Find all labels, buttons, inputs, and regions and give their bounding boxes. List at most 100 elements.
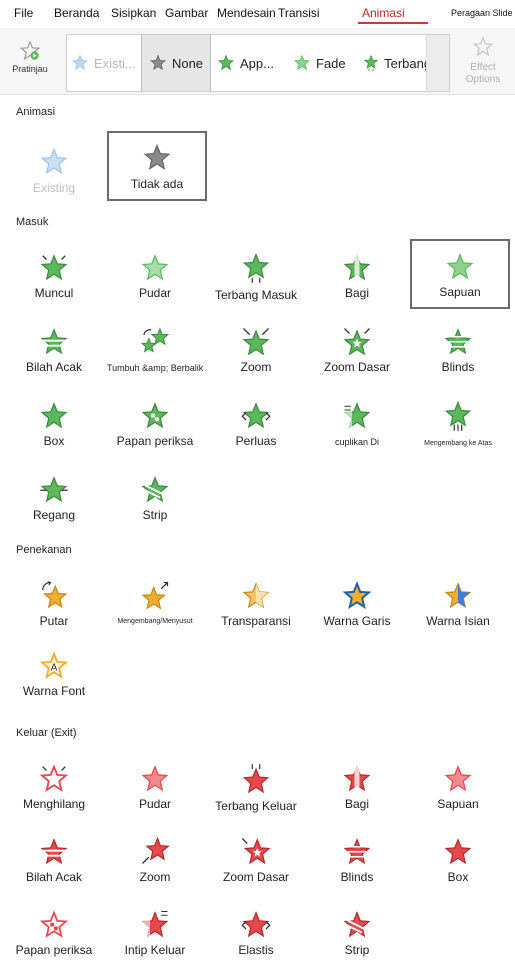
entrance-blinds[interactable]: Blinds <box>410 316 506 382</box>
animation-existing[interactable]: Existing <box>6 137 102 203</box>
animation-gallery: Existi... None App... Fade Terbang <box>66 34 450 92</box>
exit-basic-zoom[interactable]: Zoom Dasar <box>208 826 304 892</box>
exit-peek-out[interactable]: Intip Keluar <box>107 899 203 965</box>
entrance-appear[interactable]: Muncul <box>6 242 102 308</box>
entrance-random-bars[interactable]: Bilah Acak <box>6 316 102 382</box>
emphasis-transparency[interactable]: Transparansi <box>208 570 304 636</box>
entrance-random-bars-label: Bilah Acak <box>25 360 83 374</box>
entrance-grow-turn[interactable]: Tumbuh &amp; Berbalik <box>107 316 203 382</box>
entrance-peek-in[interactable]: cuplikan Di <box>309 390 405 456</box>
entrance-basic-zoom[interactable]: Zoom Dasar <box>309 316 405 382</box>
entrance-box[interactable]: Box <box>6 390 102 456</box>
gallery-none[interactable]: None <box>141 35 211 91</box>
gallery-scrollbar[interactable] <box>426 35 449 91</box>
tab-design[interactable]: Mendesain <box>217 6 276 20</box>
section-title-entrance: Masuk <box>16 216 49 228</box>
animation-none[interactable]: Tidak ada <box>107 131 207 201</box>
entrance-blinds-label: Blinds <box>441 360 475 374</box>
line-color-gold-star-icon <box>342 581 372 610</box>
menu-bar: File Beranda Sisipkan Gambar Mendesain T… <box>0 0 515 28</box>
entrance-peek-in-label: cuplikan Di <box>334 437 380 447</box>
gallery-appear-label: App... <box>240 55 274 71</box>
blinds-red-star-icon <box>343 838 371 865</box>
entrance-checkerboard[interactable]: Papan periksa <box>107 390 203 456</box>
random-bars-red-star-icon <box>40 838 68 865</box>
tab-transitions[interactable]: Transisi <box>278 6 320 20</box>
section-title-exit: Keluar (Exit) <box>16 727 77 739</box>
svg-text:A: A <box>51 663 58 674</box>
disappear-red-star-icon <box>39 764 69 792</box>
emphasis-fill-color[interactable]: Warna Isian <box>410 570 506 636</box>
exit-fly-out[interactable]: Terbang Keluar <box>208 753 304 819</box>
exit-zoom-label: Zoom <box>139 870 171 884</box>
effect-options-label: Effect Options <box>465 62 501 85</box>
exit-blinds-label: Blinds <box>340 870 374 884</box>
exit-strips-label: Strip <box>344 943 370 957</box>
entrance-grow-turn-label: Tumbuh &amp; Berbalik <box>107 363 204 373</box>
entrance-strips[interactable]: Strip <box>107 464 203 530</box>
preview-star-icon <box>19 40 41 61</box>
tab-home[interactable]: Beranda <box>54 6 99 20</box>
gallery-none-label: None <box>171 55 204 71</box>
entrance-rise-up[interactable]: Mengembang ke Atas <box>410 390 506 456</box>
entrance-strips-label: Strip <box>142 508 168 522</box>
gallery-existing[interactable]: Existi... <box>71 35 139 91</box>
green-star-icon <box>217 54 235 71</box>
entrance-wipe[interactable]: Sapuan <box>410 239 510 309</box>
wipe-red-star-icon <box>444 765 472 792</box>
exit-basic-zoom-label: Zoom Dasar <box>222 870 290 884</box>
entrance-expand[interactable]: Perluas <box>208 390 304 456</box>
section-title-animation: Animasi <box>16 106 56 118</box>
split-green-star-icon <box>343 254 371 281</box>
entrance-rise-up-label: Mengembang ke Atas <box>424 440 492 447</box>
emphasis-spin-label: Putar <box>39 614 69 628</box>
exit-checkerboard[interactable]: Papan periksa <box>6 899 102 965</box>
exit-blinds[interactable]: Blinds <box>309 826 405 892</box>
tab-slideshow[interactable]: Peragaan Slide <box>451 8 513 18</box>
exit-split[interactable]: Bagi <box>309 753 405 819</box>
emphasis-spin[interactable]: Putar <box>6 570 102 636</box>
effect-options-button[interactable]: Effect Options <box>458 36 508 86</box>
emphasis-font-color[interactable]: A Warna Font <box>6 640 102 706</box>
exit-elastic[interactable]: Elastis <box>208 899 304 965</box>
exit-fade[interactable]: Pudar <box>107 753 203 819</box>
gallery-existing-label: Existi... <box>94 55 136 71</box>
tab-file[interactable]: File <box>14 6 33 20</box>
exit-zoom[interactable]: Zoom <box>107 826 203 892</box>
animation-existing-label: Existing <box>32 181 76 195</box>
exit-elastic-label: Elastis <box>238 943 274 957</box>
exit-checkerboard-label: Papan periksa <box>15 943 93 957</box>
peek-in-green-star-icon <box>343 402 371 429</box>
exit-strips[interactable]: Strip <box>309 899 405 965</box>
exit-fly-out-label: Terbang Keluar <box>215 799 297 813</box>
emphasis-line-color-label: Warna Garis <box>323 614 391 628</box>
tab-draw[interactable]: Gambar <box>165 6 208 20</box>
box-green-star-icon <box>40 402 68 429</box>
animation-none-label: Tidak ada <box>130 177 184 191</box>
zoom-red-star-icon <box>142 836 170 864</box>
entrance-fly-in[interactable]: Terbang Masuk <box>208 242 304 308</box>
exit-random-bars[interactable]: Bilah Acak <box>6 826 102 892</box>
preview-button[interactable]: Pratinjau <box>6 32 54 90</box>
blinds-green-star-icon <box>444 328 472 355</box>
peek-out-red-star-icon <box>141 911 169 938</box>
emphasis-line-color[interactable]: Warna Garis <box>309 570 405 636</box>
fade-red-star-icon <box>141 765 169 792</box>
exit-box[interactable]: Box <box>410 826 506 892</box>
entrance-fade[interactable]: Pudar <box>107 242 203 308</box>
tab-insert[interactable]: Sisipkan <box>111 6 156 20</box>
exit-wipe[interactable]: Sapuan <box>410 753 506 819</box>
tab-animations[interactable]: Animasi <box>362 6 405 20</box>
font-color-gold-star-icon: A <box>39 651 69 679</box>
emphasis-grow-shrink[interactable]: Mengembang/Menyusut <box>107 570 203 636</box>
entrance-zoom[interactable]: Zoom <box>208 316 304 382</box>
box-red-star-icon <box>444 838 472 865</box>
exit-disappear[interactable]: Menghilang <box>6 753 102 819</box>
gallery-appear[interactable]: App... <box>217 35 285 91</box>
fly-in-green-star-icon <box>242 252 270 283</box>
exit-disappear-label: Menghilang <box>22 797 86 811</box>
entrance-stretch[interactable]: Regang <box>6 464 102 530</box>
entrance-split[interactable]: Bagi <box>309 242 405 308</box>
entrance-zoom-label: Zoom <box>240 360 272 374</box>
gallery-fade[interactable]: Fade <box>293 35 361 91</box>
